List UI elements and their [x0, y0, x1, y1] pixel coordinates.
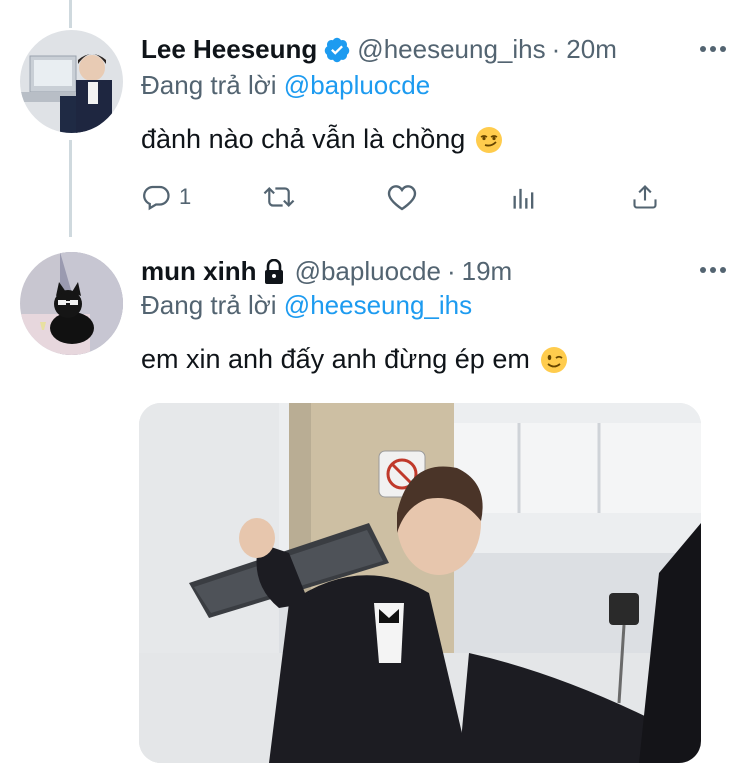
- replying-prefix: Đang trả lời: [141, 70, 277, 100]
- replying-mention-link[interactable]: @heeseung_ihs: [284, 290, 472, 320]
- reply-icon: [143, 185, 170, 211]
- retweet-button[interactable]: [262, 182, 296, 212]
- tweet-mun-xinh[interactable]: mun xinh @bapluocde · 19m Đang trả lời @…: [0, 240, 750, 779]
- analytics-icon: [513, 188, 534, 209]
- tweet-actions: 1: [141, 182, 671, 222]
- tweet-text-content: em xin anh đấy anh đừng ép em: [141, 344, 530, 374]
- separator-dot: ·: [446, 256, 456, 286]
- share-icon: [633, 185, 657, 209]
- like-button[interactable]: [386, 182, 418, 212]
- tweet-header: Lee Heeseung @heeseung_ihs · 20m: [141, 34, 617, 65]
- retweet-icon: [263, 186, 295, 208]
- more-options-icon[interactable]: [700, 46, 726, 52]
- winking-face-icon: [540, 346, 568, 374]
- display-name[interactable]: mun xinh: [141, 256, 257, 287]
- handle[interactable]: @heeseung_ihs: [357, 34, 545, 65]
- tweet-lee-heeseung[interactable]: Lee Heeseung @heeseung_ihs · 20m Đang tr…: [0, 0, 750, 240]
- lock-icon: [263, 258, 285, 285]
- share-button[interactable]: [631, 182, 659, 212]
- timestamp[interactable]: 20m: [566, 34, 617, 65]
- analytics-button[interactable]: [510, 182, 538, 212]
- reply-button[interactable]: 1: [141, 182, 191, 212]
- separator-dot: ·: [551, 34, 561, 64]
- verified-badge-icon: [323, 36, 351, 64]
- replying-to: Đang trả lời @bapluocde: [141, 70, 430, 101]
- tweet-media-photo[interactable]: [139, 403, 701, 763]
- avatar[interactable]: [20, 30, 123, 133]
- display-name[interactable]: Lee Heeseung: [141, 34, 317, 65]
- tweet-text: em xin anh đấy anh đừng ép em: [141, 344, 568, 375]
- timestamp[interactable]: 19m: [462, 256, 513, 287]
- replying-prefix: Đang trả lời: [141, 290, 277, 320]
- replying-mention-link[interactable]: @bapluocde: [284, 70, 430, 100]
- replying-to: Đang trả lời @heeseung_ihs: [141, 290, 472, 321]
- reply-count: 1: [179, 184, 192, 209]
- more-options-icon[interactable]: [700, 267, 726, 273]
- smirking-face-icon: [475, 126, 503, 154]
- handle[interactable]: @bapluocde: [295, 256, 441, 287]
- tweet-text: đành nào chả vẫn là chồng: [141, 124, 503, 155]
- tweet-header: mun xinh @bapluocde · 19m: [141, 256, 512, 287]
- heart-icon: [387, 185, 417, 211]
- tweet-text-content: đành nào chả vẫn là chồng: [141, 124, 466, 154]
- avatar[interactable]: [20, 252, 123, 355]
